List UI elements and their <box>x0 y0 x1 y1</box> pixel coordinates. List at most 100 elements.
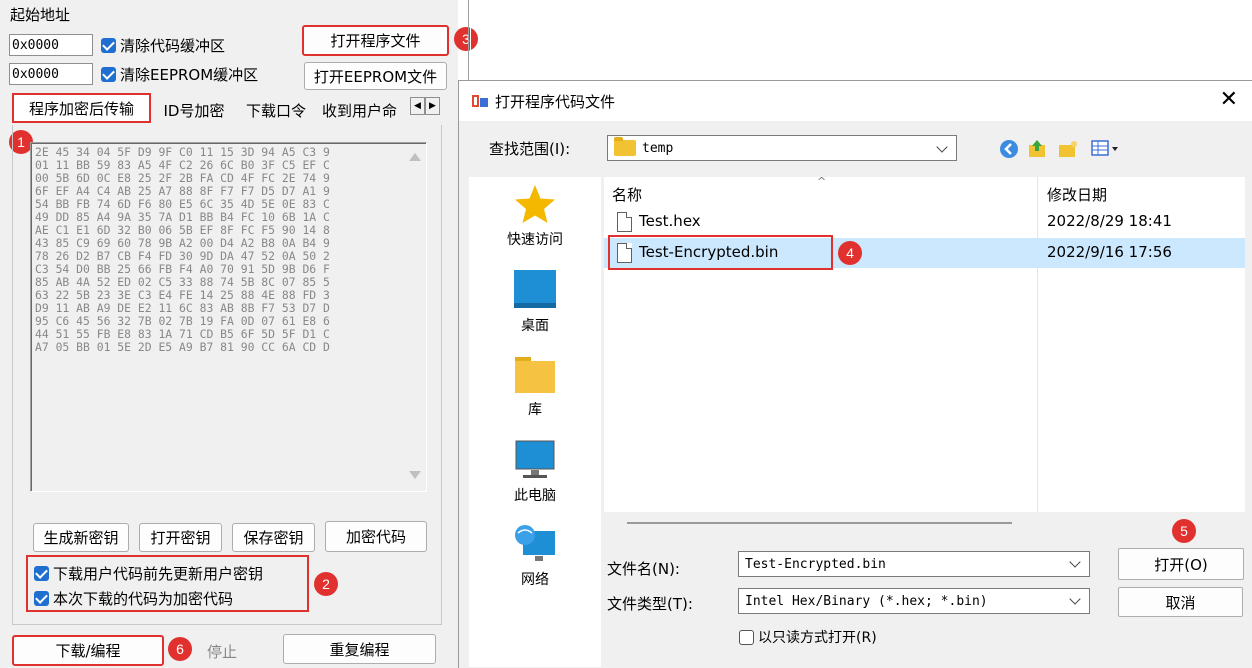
tab-scroll-left-icon[interactable]: ◀ <box>410 97 425 115</box>
chevron-down-icon <box>936 141 948 153</box>
stop-button[interactable]: 停止 <box>207 641 237 662</box>
tab-id-encrypt[interactable]: ID号加密 <box>157 97 231 123</box>
file-row[interactable]: Test.hex 2022/8/29 18:41 <box>604 207 1245 237</box>
chevron-down-icon <box>1069 593 1081 605</box>
eeprom-address-input[interactable]: 0x0000 <box>9 63 93 85</box>
column-header-modified[interactable]: 修改日期 <box>1047 179 1107 209</box>
encrypted-code-checkbox[interactable]: 本次下载的代码为加密代码 <box>34 588 233 609</box>
step-marker-3: 3 <box>454 27 478 51</box>
open-key-button[interactable]: 打开密钥 <box>139 523 222 552</box>
encryption-options-group: 下载用户代码前先更新用户密钥 本次下载的代码为加密代码 <box>26 555 309 612</box>
programmer-panel: 起始地址 0x0000 清除代码缓冲区 打开程序文件 3 0x0000 清除EE… <box>0 0 478 668</box>
dialog-title: 打开程序代码文件 <box>495 92 616 111</box>
cancel-button[interactable]: 取消 <box>1118 587 1243 617</box>
dialog-title-bar: 打开程序代码文件 ✕ <box>459 81 1252 121</box>
clear-eeprom-buffer-label: 清除EEPROM缓冲区 <box>120 66 259 84</box>
readonly-label: 以只读方式打开(R) <box>758 630 877 646</box>
file-icon <box>617 243 632 263</box>
step-marker-5: 5 <box>1172 519 1196 543</box>
tab-scroll-arrows: ◀ ▶ <box>410 97 440 115</box>
code-address-input[interactable]: 0x0000 <box>9 34 93 56</box>
file-modified: 2022/8/29 18:41 <box>1047 212 1172 230</box>
checkbox-checked-icon <box>101 67 116 82</box>
horizontal-scrollbar[interactable] <box>627 522 1012 524</box>
tab-scroll-right-icon[interactable]: ▶ <box>425 97 440 115</box>
file-modified: 2022/9/16 17:56 <box>1047 243 1172 261</box>
scroll-down-icon[interactable] <box>409 471 421 479</box>
save-key-button[interactable]: 保存密钥 <box>232 523 315 552</box>
desktop-icon <box>514 270 556 308</box>
generate-key-button[interactable]: 生成新密钥 <box>33 523 129 552</box>
places-bar: 快速访问 桌面 库 此电脑 网络 <box>469 177 601 667</box>
open-program-file-button[interactable]: 打开程序文件 <box>302 25 449 56</box>
file-list[interactable]: 名称 ^ 修改日期 Test.hex 2022/8/29 18:41 Test-… <box>604 175 1245 512</box>
chevron-down-icon[interactable] <box>1069 556 1081 568</box>
reprogram-button[interactable]: 重复编程 <box>283 634 436 664</box>
look-in-value: temp <box>642 140 674 156</box>
panel-separator <box>468 0 471 85</box>
close-icon[interactable]: ✕ <box>1220 87 1238 112</box>
filetype-value: Intel Hex/Binary (*.hex; *.bin) <box>745 593 988 609</box>
clear-eeprom-buffer-checkbox[interactable]: 清除EEPROM缓冲区 <box>101 64 258 85</box>
computer-icon <box>515 440 555 478</box>
place-label: 网络 <box>521 572 549 588</box>
up-folder-icon[interactable] <box>1027 139 1049 159</box>
tab-user-command[interactable]: 收到用户命 <box>322 97 408 123</box>
app-icon <box>472 95 488 107</box>
hex-data-view[interactable]: 2E 45 34 04 5F D9 9F C0 11 15 3D 94 A5 C… <box>30 142 427 492</box>
place-label: 桌面 <box>521 318 549 334</box>
tab-strip: 程序加密后传输 ID号加密 下载口令 收到用户命 ◀ ▶ <box>12 93 442 125</box>
place-libraries[interactable]: 库 <box>469 353 601 419</box>
hex-line: A7 05 BB 01 5E 2D E5 A9 B7 81 90 CC 6A C… <box>35 340 330 354</box>
scroll-up-icon[interactable] <box>409 153 421 161</box>
readonly-checkbox[interactable]: 以只读方式打开(R) <box>739 627 877 647</box>
hex-scrollbar[interactable] <box>406 143 426 491</box>
place-this-pc[interactable]: 此电脑 <box>469 439 601 505</box>
network-icon <box>515 525 555 561</box>
filetype-label: 文件类型(T): <box>607 595 693 613</box>
place-network[interactable]: 网络 <box>469 523 601 589</box>
encrypted-code-label: 本次下载的代码为加密代码 <box>53 590 234 608</box>
place-quick-access[interactable]: 快速访问 <box>469 183 601 249</box>
download-program-button[interactable]: 下载/编程 <box>12 635 164 666</box>
open-eeprom-file-button[interactable]: 打开EEPROM文件 <box>304 62 447 90</box>
filetype-select[interactable]: Intel Hex/Binary (*.hex; *.bin) <box>738 588 1090 614</box>
clear-code-buffer-checkbox[interactable]: 清除代码缓冲区 <box>101 35 225 56</box>
filename-input[interactable]: Test-Encrypted.bin <box>738 551 1090 577</box>
filename-label: 文件名(N): <box>607 560 680 578</box>
back-icon[interactable] <box>999 139 1019 159</box>
column-header-name[interactable]: 名称 <box>612 179 642 209</box>
tab-encrypted-transfer[interactable]: 程序加密后传输 <box>12 93 151 123</box>
start-address-label: 起始地址 <box>10 6 71 24</box>
look-in-label: 查找范围(I): <box>489 140 571 158</box>
place-desktop[interactable]: 桌面 <box>469 269 601 335</box>
sort-caret-icon: ^ <box>817 175 827 188</box>
checkbox-checked-icon <box>101 38 116 53</box>
step-marker-6: 6 <box>168 637 192 661</box>
checkbox-unchecked-icon <box>739 629 754 645</box>
file-name: Test.hex <box>639 212 701 230</box>
open-button[interactable]: 打开(O) <box>1118 548 1244 580</box>
encrypt-code-button[interactable]: 加密代码 <box>325 521 427 552</box>
star-icon <box>515 185 555 223</box>
folder-icon <box>614 137 636 156</box>
hex-data-text: 2E 45 34 04 5F D9 9F C0 11 15 3D 94 A5 C… <box>35 146 405 354</box>
clear-code-buffer-label: 清除代码缓冲区 <box>120 37 226 55</box>
look-in-combo[interactable]: temp <box>607 135 957 161</box>
open-file-dialog: 打开程序代码文件 ✕ 查找范围(I): temp 快速访问 桌面 库 此电脑 网… <box>458 80 1252 668</box>
checkbox-checked-icon <box>34 566 49 581</box>
filename-value: Test-Encrypted.bin <box>745 556 886 572</box>
update-key-checkbox[interactable]: 下载用户代码前先更新用户密钥 <box>34 563 263 584</box>
update-key-label: 下载用户代码前先更新用户密钥 <box>53 565 264 583</box>
file-name: Test-Encrypted.bin <box>639 243 779 261</box>
file-icon <box>617 212 632 232</box>
new-folder-icon[interactable] <box>1057 139 1079 159</box>
place-label: 此电脑 <box>514 488 556 504</box>
place-label: 库 <box>528 402 542 418</box>
place-label: 快速访问 <box>507 232 563 248</box>
step-marker-2: 2 <box>314 572 338 596</box>
view-menu-icon[interactable] <box>1091 139 1121 159</box>
checkbox-checked-icon <box>34 591 49 606</box>
file-row-selected[interactable]: Test-Encrypted.bin 2022/9/16 17:56 <box>604 235 1245 270</box>
tab-download-password[interactable]: 下载口令 <box>237 97 315 123</box>
